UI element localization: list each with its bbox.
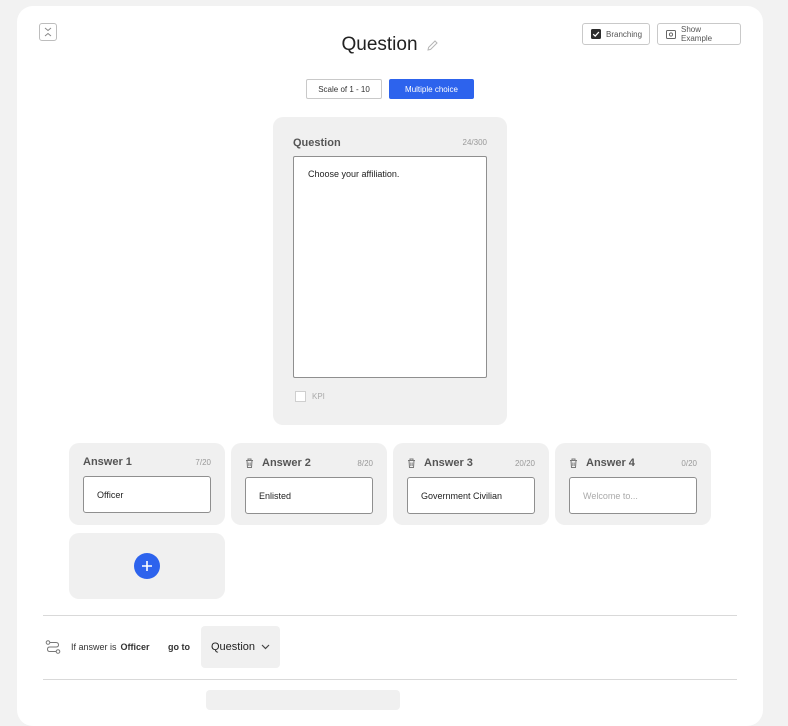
page-title-row: Question [17, 34, 763, 56]
chevron-down-icon [261, 644, 270, 650]
answer-card-3: Answer 3 20/20 Government Civilian [393, 443, 549, 525]
answer-char-count: 8/20 [357, 458, 373, 468]
branch-answer: Officer [120, 642, 150, 652]
divider [43, 615, 737, 616]
answer-char-count: 7/20 [195, 457, 211, 467]
branch-destination-select[interactable]: Question [201, 626, 280, 668]
trash-icon[interactable] [407, 458, 416, 468]
question-label: Question [293, 137, 341, 149]
answer-input[interactable]: Officer [83, 476, 211, 513]
trash-icon[interactable] [569, 458, 578, 468]
answer-card-4: Answer 4 0/20 Welcome to... [555, 443, 711, 525]
divider [43, 679, 737, 680]
branch-route-icon [45, 640, 61, 659]
add-answer-button[interactable] [134, 553, 160, 579]
answer-label: Answer 4 [586, 457, 635, 469]
answer-input[interactable]: Enlisted [245, 477, 373, 514]
answer-input[interactable]: Welcome to... [569, 477, 697, 514]
branch-goto-label: go to [168, 642, 190, 652]
branching-rule-row: If answer is Officer go to Question [43, 626, 737, 668]
add-answer-tile [69, 533, 225, 599]
answer-card-2: Answer 2 8/20 Enlisted [231, 443, 387, 525]
multiple-choice-option-button[interactable]: Multiple choice [389, 79, 474, 99]
branch-destination-select[interactable] [206, 690, 400, 710]
branch-destination-value: Question [210, 641, 256, 653]
checkbox-unchecked-icon [295, 391, 306, 402]
branch-prefix: If answer is [71, 642, 117, 652]
answer-label: Answer 3 [424, 457, 473, 469]
answer-input[interactable]: Government Civilian [407, 477, 535, 514]
kpi-checkbox[interactable]: KPI [295, 391, 325, 402]
page-title: Question [341, 34, 418, 55]
scale-option-button[interactable]: Scale of 1 - 10 [306, 79, 382, 99]
question-textarea[interactable]: Choose your affiliation. [293, 156, 487, 378]
pencil-icon[interactable] [426, 39, 439, 52]
branching-condition: If answer is Officer [71, 642, 150, 652]
answer-label: Answer 2 [262, 457, 311, 469]
answer-card-1: Answer 1 7/20 Officer [69, 443, 225, 525]
question-editor-card: Branching Show Example Question Scale of… [17, 6, 763, 726]
answer-label: Answer 1 [83, 456, 132, 468]
answer-char-count: 0/20 [681, 458, 697, 468]
trash-icon[interactable] [245, 458, 254, 468]
question-char-count: 24/300 [462, 138, 487, 147]
plus-icon [142, 561, 152, 571]
question-panel: Question 24/300 Choose your affiliation.… [273, 117, 507, 425]
answer-char-count: 20/20 [514, 458, 535, 468]
kpi-label: KPI [312, 392, 325, 401]
